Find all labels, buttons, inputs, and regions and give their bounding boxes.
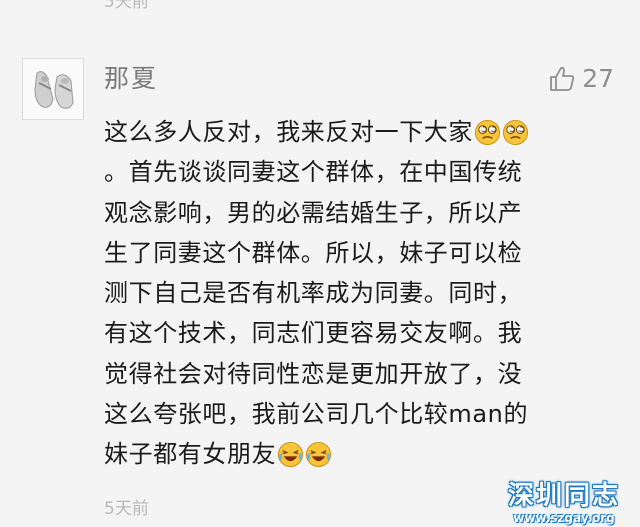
comment-line-1: 这么多人反对，我来反对一下大家 [104, 112, 604, 152]
comment-line-7: 觉得社会对待同性恋是更加开放了，没 [104, 359, 523, 388]
avatar[interactable] [22, 58, 84, 120]
comment-body: 这么多人反对，我来反对一下大家 。首先谈谈同妻这个群体，在中国传统 观念影响，男… [104, 112, 604, 475]
previous-comment-timestamp: 5天前 [104, 0, 149, 12]
laughing-tears-emoji [278, 442, 304, 468]
like-button[interactable]: 27 [548, 64, 614, 94]
comment-line-2: 。首先谈谈同妻这个群体，在中国传统 [104, 158, 523, 187]
comment-timestamp: 5天前 [104, 499, 149, 519]
watermark-title: 深圳同志 [507, 481, 620, 511]
laughing-tears-emoji [306, 442, 332, 468]
watermark: 深圳同志 www.szgay.org [490, 481, 638, 525]
comment-line-4: 生了同妻这个群体。所以，妹子可以检 [104, 238, 523, 267]
comment-username[interactable]: 那夏 [104, 62, 158, 96]
comment-line-3: 观念影响，男的必需结婚生子，所以产 [104, 198, 523, 227]
like-count: 27 [582, 64, 614, 93]
comment-line-text: 妹子都有女朋友 [104, 440, 277, 469]
comment-line-5: 测下自己是否有机率成为同妻。同时， [104, 279, 523, 308]
thumbs-up-icon [550, 66, 575, 91]
comment-line-6: 有这个技术，同志们更容易交友啊。我 [104, 319, 523, 348]
comment-line-8: 这么夸张吧，我前公司几个比较man的 [104, 400, 529, 429]
watermark-url: www.szgay.org [513, 511, 615, 525]
avatar-image [23, 59, 83, 119]
comment-line-9: 妹子都有女朋友 [104, 434, 604, 474]
dizzy-eyes-emoji [502, 119, 529, 146]
comment-line-text: 这么多人反对，我来反对一下大家 [104, 118, 473, 146]
dizzy-eyes-emoji [474, 119, 501, 146]
